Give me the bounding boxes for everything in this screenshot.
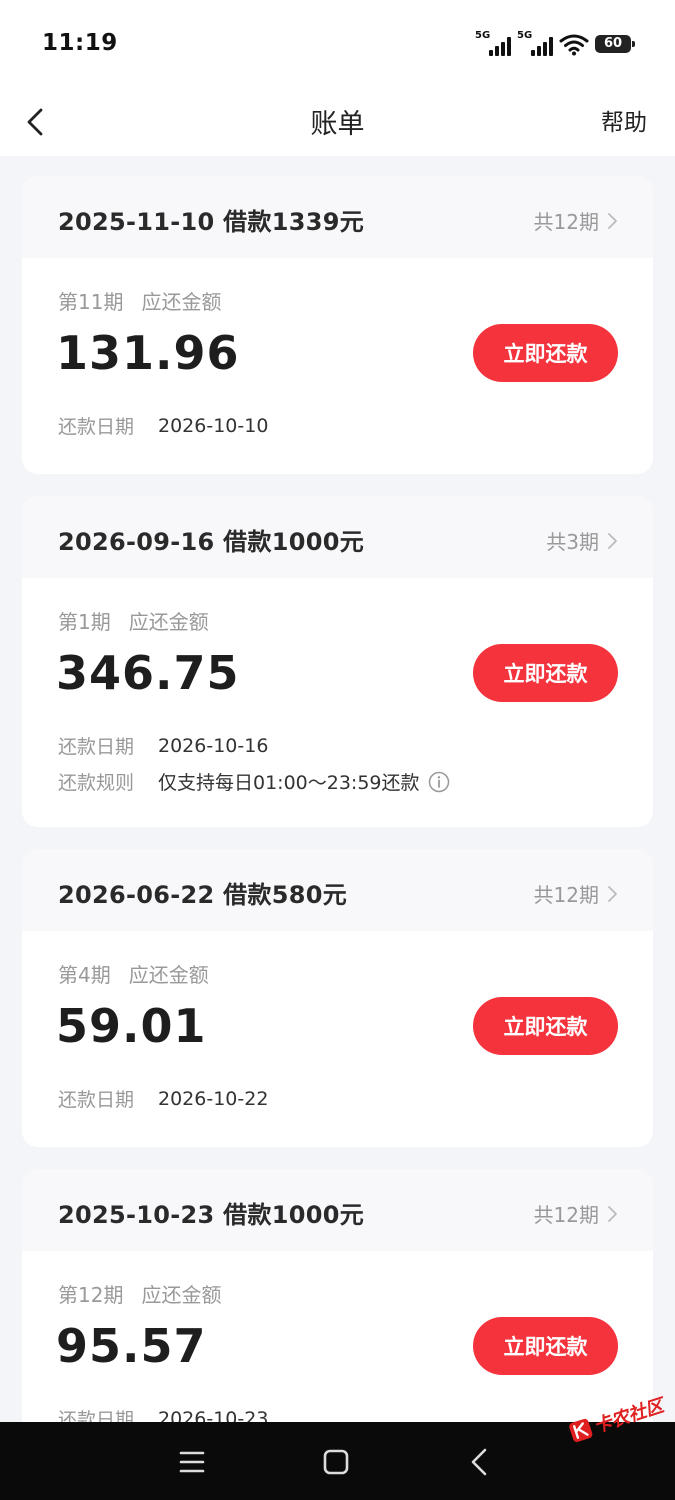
amount-label: 应还金额: [141, 290, 222, 314]
menu-icon: [179, 1451, 205, 1473]
help-link[interactable]: 帮助: [601, 103, 647, 137]
repay-now-button[interactable]: 立即还款: [473, 644, 618, 702]
installment-label: 第1期 应还金额: [58, 606, 209, 635]
home-square-icon: [323, 1449, 349, 1475]
bill-card-header[interactable]: 2025-10-23 借款1000元 共12期: [22, 1169, 653, 1251]
repay-now-button[interactable]: 立即还款: [473, 1317, 618, 1375]
due-date-label: 还款日期: [58, 416, 135, 438]
due-date-value: 2026-10-23: [158, 1407, 269, 1423]
loan-title: 2025-11-10 借款1339元: [58, 208, 365, 236]
status-icons: 5G 5G 60: [475, 30, 635, 58]
installment-label: 第11期 应还金额: [58, 286, 221, 315]
nav-back-button[interactable]: [460, 1442, 500, 1482]
installment-number: 第11期: [58, 290, 124, 314]
due-date-label: 还款日期: [58, 1089, 135, 1111]
term-count-label: 共12期: [533, 883, 599, 907]
installment-number: 第12期: [58, 1283, 124, 1307]
network-type-label: 5G: [517, 30, 533, 41]
amount-label: 应还金额: [128, 610, 209, 634]
due-date-label: 还款日期: [58, 736, 135, 758]
repay-now-button[interactable]: 立即还款: [473, 324, 618, 382]
chevron-left-icon: [27, 108, 43, 136]
term-count[interactable]: 共12期: [534, 879, 619, 908]
chevron-right-icon: [608, 1205, 617, 1222]
network-type-label: 5G: [475, 30, 491, 41]
bill-card: 2025-10-23 借款1000元 共12期 第12期 应还金额 95.57 立…: [22, 1169, 653, 1422]
nav-bar: 账单 帮助: [0, 88, 675, 156]
chevron-right-icon: [608, 212, 617, 229]
loan-title: 2026-09-16 借款1000元: [58, 528, 365, 556]
due-amount: 346.75: [56, 646, 240, 700]
repayment-rule-label: 还款规则: [58, 772, 135, 794]
nav-home-button[interactable]: [316, 1442, 356, 1482]
signal-5g-icon: 5G: [517, 30, 553, 56]
bill-card: 2026-06-22 借款580元 共12期 第4期 应还金额 59.01 立即还…: [22, 849, 653, 1147]
due-date-label: 还款日期: [58, 1409, 135, 1422]
due-date-value: 2026-10-22: [158, 1087, 269, 1110]
loan-title: 2026-06-22 借款580元: [58, 881, 348, 909]
term-count-label: 共12期: [533, 210, 599, 234]
chevron-right-icon: [608, 885, 617, 902]
amount-label: 应还金额: [128, 963, 209, 987]
term-count-label: 共12期: [533, 1203, 599, 1227]
bill-card: 2025-11-10 借款1339元 共12期 第11期 应还金额 131.96 …: [22, 176, 653, 474]
page-title: 账单: [310, 109, 365, 140]
installment-label: 第12期 应还金额: [58, 1279, 221, 1308]
installment-label: 第4期 应还金额: [58, 959, 209, 988]
battery-icon: 60: [595, 35, 635, 53]
back-triangle-icon: [471, 1448, 487, 1476]
repayment-rule-value: 仅支持每日01:00～23:59还款: [158, 772, 420, 794]
term-count[interactable]: 共12期: [534, 1199, 619, 1228]
term-count-label: 共3期: [546, 530, 599, 554]
chevron-right-icon: [608, 532, 617, 549]
due-amount: 95.57: [56, 1319, 207, 1373]
due-amount: 131.96: [56, 326, 240, 380]
repayment-rule-row: 还款规则 仅支持每日01:00～23:59还款: [58, 768, 450, 795]
repay-now-button[interactable]: 立即还款: [473, 997, 618, 1055]
bill-card-header[interactable]: 2026-06-22 借款580元 共12期: [22, 849, 653, 931]
info-icon[interactable]: [428, 771, 450, 793]
due-date-row: 还款日期 2026-10-16: [58, 732, 268, 759]
due-amount: 59.01: [56, 999, 207, 1053]
status-time: 11:19: [42, 30, 118, 56]
wifi-icon: [559, 34, 589, 56]
due-date-row: 还款日期 2026-10-23: [58, 1405, 269, 1423]
bill-card-header[interactable]: 2025-11-10 借款1339元 共12期: [22, 176, 653, 258]
amount-label: 应还金额: [141, 1283, 222, 1307]
installment-number: 第1期: [58, 610, 111, 634]
loan-title: 2025-10-23 借款1000元: [58, 1201, 365, 1229]
status-bar: 11:19 5G 5G 60: [0, 0, 675, 88]
due-date-row: 还款日期 2026-10-10: [58, 412, 268, 439]
bill-list[interactable]: 2025-11-10 借款1339元 共12期 第11期 应还金额 131.96 …: [0, 156, 675, 1422]
due-date-value: 2026-10-10: [158, 414, 269, 437]
bill-card-header[interactable]: 2026-09-16 借款1000元 共3期: [22, 496, 653, 578]
term-count[interactable]: 共3期: [546, 526, 619, 555]
due-date-value: 2026-10-16: [158, 734, 269, 757]
due-date-row: 还款日期 2026-10-22: [58, 1085, 268, 1112]
back-button[interactable]: [18, 102, 58, 142]
installment-number: 第4期: [58, 963, 111, 987]
term-count[interactable]: 共12期: [534, 206, 619, 235]
bill-card: 2026-09-16 借款1000元 共3期 第1期 应还金额 346.75 立即…: [22, 496, 653, 827]
signal-5g-icon: 5G: [475, 30, 511, 56]
nav-menu-button[interactable]: [172, 1442, 212, 1482]
